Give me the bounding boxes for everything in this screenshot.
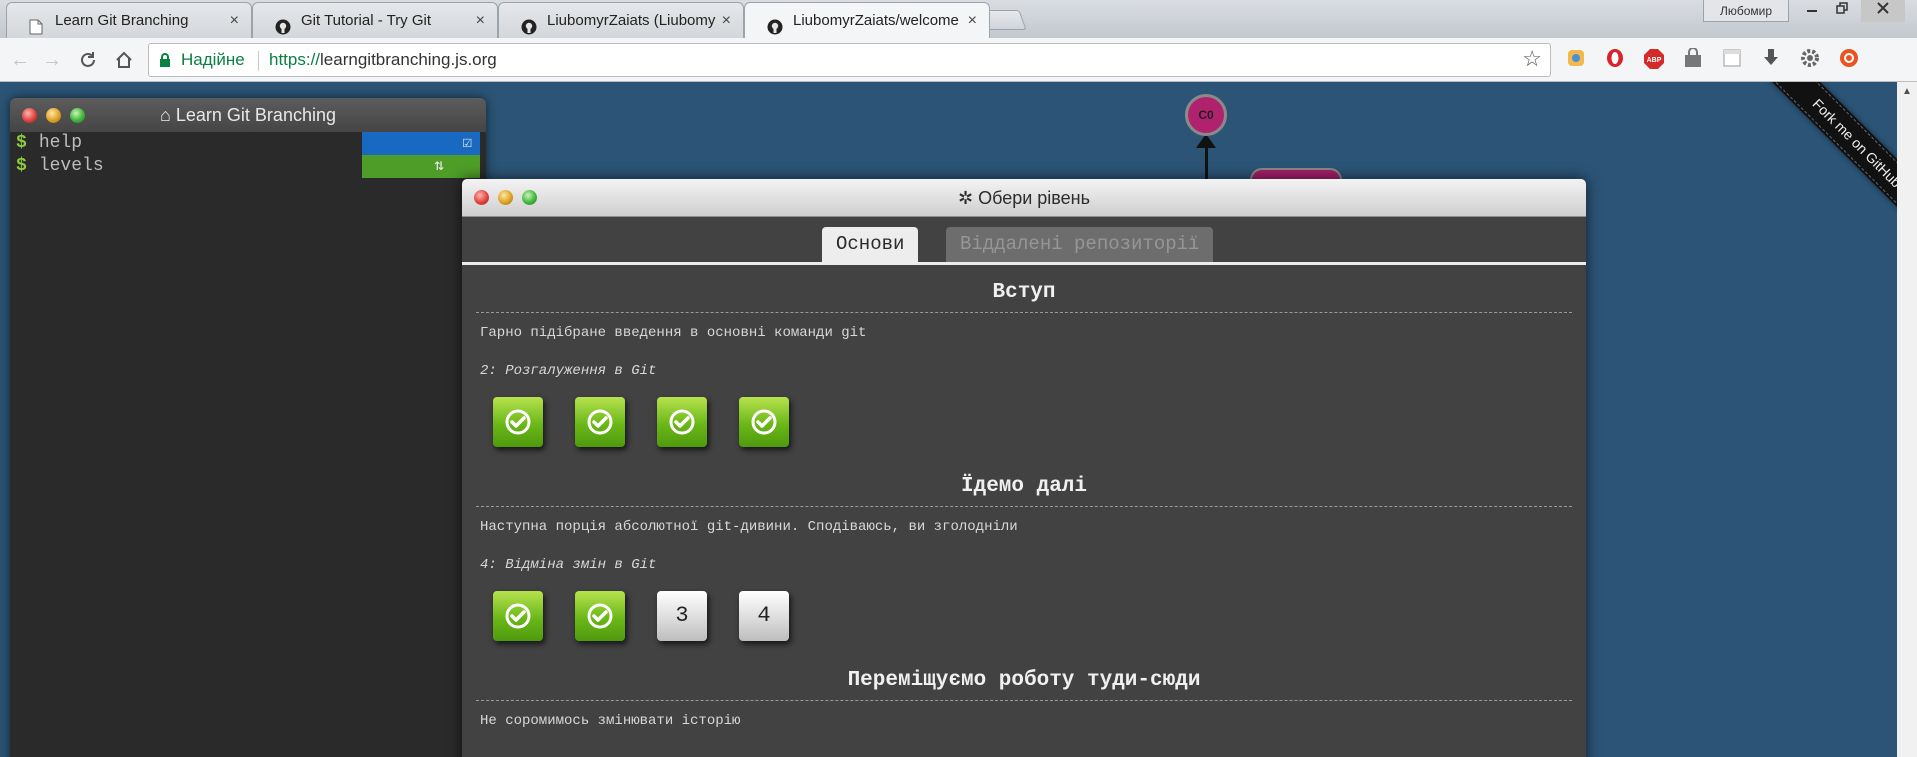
puzzle-icon[interactable]	[1564, 48, 1588, 72]
lock-icon[interactable]	[159, 53, 171, 67]
sequence-description: Наступна порція абсолютної git-дивини. С…	[480, 519, 1018, 535]
page-icon	[29, 13, 45, 35]
home-icon[interactable]	[112, 48, 136, 72]
tab-title: Learn Git Branching	[55, 12, 189, 29]
browser-titlebar: Learn Git Branching × Git Tutorial - Try…	[0, 0, 1917, 38]
browser-toolbar: ← → Надійне https://learngitbranching.js…	[0, 38, 1917, 82]
level-boxes: 3 4	[462, 591, 1586, 669]
browser-tab-git-tutorial[interactable]: Git Tutorial - Try Git ×	[252, 2, 498, 38]
security-label[interactable]: Надійне	[181, 44, 245, 76]
dialog-header: ✲ Обери рівень	[462, 179, 1586, 217]
swap-arrows-icon: ⇅	[434, 157, 444, 175]
level-box[interactable]	[493, 397, 543, 447]
browser-tab-liubomyr-profile[interactable]: LiubomyrZaiats (Liubomy ×	[498, 2, 744, 38]
commit-node[interactable]: C0	[1185, 94, 1227, 136]
divider	[258, 51, 259, 71]
level-boxes	[462, 397, 1586, 475]
level-number: 4	[757, 603, 771, 628]
minimize-icon[interactable]	[1797, 0, 1827, 22]
address-bar[interactable]: Надійне https://learngitbranching.js.org…	[148, 43, 1551, 77]
download-icon[interactable]	[1759, 48, 1783, 72]
command-status-bar: ☑	[362, 132, 480, 155]
ribbon-text[interactable]: Fork me on GitHub	[1761, 82, 1897, 232]
terminal-title: ⌂ Learn Git Branching	[160, 105, 336, 125]
tab-title: LiubomyrZaiats/welcome	[793, 12, 959, 29]
level-box[interactable]: 3	[657, 591, 707, 641]
command-text: help	[38, 133, 83, 153]
prompt-symbol: $	[16, 156, 27, 176]
tab-basics[interactable]: Основи	[822, 227, 919, 262]
gear-icon: ✲	[958, 188, 974, 208]
command-text: levels	[38, 156, 104, 176]
browser-tab-learn-git[interactable]: Learn Git Branching ×	[6, 2, 252, 38]
window-close-icon[interactable]	[1861, 0, 1905, 22]
github-ribbon[interactable]: Fork me on GitHub	[1747, 82, 1897, 232]
level-box[interactable]	[575, 591, 625, 641]
close-icon[interactable]: ×	[230, 3, 239, 38]
ubuntu-icon[interactable]	[1837, 48, 1861, 72]
sequence-description: Гарно підібране введення в основні коман…	[480, 325, 867, 341]
url-text[interactable]: https://learngitbranching.js.org	[269, 44, 497, 76]
level-box[interactable]	[739, 397, 789, 447]
terminal-line: $ help ☑	[10, 132, 486, 155]
forward-icon[interactable]: →	[40, 48, 64, 72]
level-box[interactable]	[657, 397, 707, 447]
tab-title: Git Tutorial - Try Git	[301, 12, 432, 29]
sequence-title: Їдемо далі	[476, 475, 1572, 507]
terminal-line: $ levels ⇅	[10, 155, 486, 178]
terminal-header: ⌂ Learn Git Branching	[10, 98, 486, 132]
doc-icon[interactable]	[1720, 48, 1744, 72]
level-box[interactable]	[575, 397, 625, 447]
bookmark-star-icon[interactable]: ☆	[1522, 46, 1542, 72]
reload-icon[interactable]	[76, 48, 100, 72]
checkbox-icon: ☑	[462, 134, 472, 152]
lock-bag-icon[interactable]	[1681, 47, 1705, 72]
back-icon[interactable]: ←	[8, 48, 32, 72]
svg-text:ABP: ABP	[1647, 57, 1662, 64]
page-canvas: C0 Fork me on GitHub ▲ ⌂ Learn Git Branc…	[0, 82, 1917, 757]
close-icon[interactable]: ×	[722, 3, 731, 38]
sequence-title: Вступ	[476, 281, 1572, 313]
sequence-title: Переміщуємо роботу туди-сюди	[476, 669, 1572, 701]
github-icon	[521, 13, 537, 35]
level-box[interactable]	[493, 591, 543, 641]
prompt-symbol: $	[16, 133, 27, 153]
tab-remote[interactable]: Віддалені репозиторії	[946, 227, 1214, 262]
level-dialog: ✲ Обери рівень Основи Віддалені репозито…	[462, 179, 1586, 757]
level-box[interactable]: 4	[739, 591, 789, 641]
profile-button[interactable]: Любомир	[1703, 0, 1789, 22]
browser-tab-liubomyr-welcome[interactable]: LiubomyrZaiats/welcome ×	[744, 2, 990, 38]
close-icon[interactable]: ×	[968, 3, 977, 38]
scrollbar[interactable]: ▲	[1897, 82, 1917, 757]
level-tabs: Основи Віддалені репозиторії	[462, 217, 1586, 265]
sequence-level-caption: 4: Відміна змін в Git	[480, 557, 657, 573]
home-icon: ⌂	[160, 105, 171, 125]
adblock-icon[interactable]: ABP	[1642, 48, 1666, 72]
sequence-level-caption: 2: Розгалуження в Git	[480, 363, 657, 379]
sequence-description: Не соромимось змінювати історію	[480, 713, 741, 729]
github-icon	[767, 13, 783, 35]
opera-icon[interactable]	[1603, 48, 1627, 72]
restore-icon[interactable]	[1827, 0, 1857, 22]
close-icon[interactable]: ×	[476, 3, 485, 38]
gear-icon[interactable]	[1798, 48, 1822, 72]
tab-title: LiubomyrZaiats (Liubomy	[547, 12, 716, 29]
scroll-up-icon[interactable]: ▲	[1902, 86, 1912, 97]
terminal-window: ⌂ Learn Git Branching $ help ☑ $ levels ⇅	[10, 98, 486, 757]
dialog-title: ✲ Обери рівень	[958, 188, 1090, 208]
github-icon	[275, 13, 291, 35]
level-number: 3	[675, 603, 689, 628]
command-status-bar: ⇅	[362, 155, 480, 178]
commit-arrow	[1196, 134, 1216, 148]
